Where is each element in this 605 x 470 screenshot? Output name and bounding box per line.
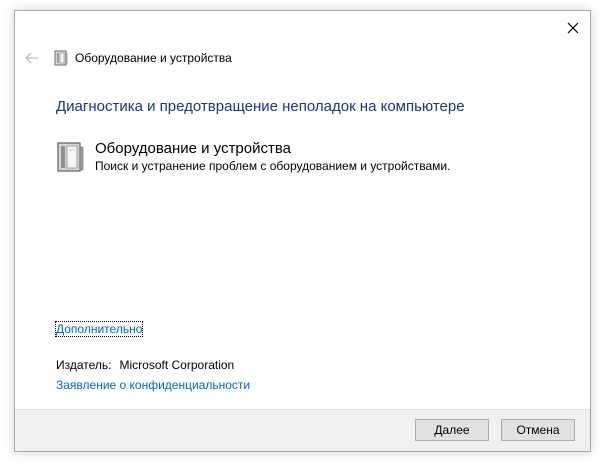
item-title: Оборудование и устройства: [95, 140, 292, 157]
dialog-footer: Далее Отмена: [15, 409, 590, 451]
advanced-link[interactable]: Дополнительно: [54, 321, 144, 337]
window-title-bar: Оборудование и устройства: [53, 49, 232, 67]
close-icon: [567, 22, 579, 34]
hardware-device-icon: [54, 50, 68, 66]
privacy-statement-link[interactable]: Заявление о конфиденциальности: [56, 378, 250, 392]
hardware-device-icon: [57, 142, 84, 172]
troubleshooter-dialog: Оборудование и устройства Диагностика и …: [14, 10, 591, 452]
cancel-button[interactable]: Отмена: [501, 419, 575, 441]
publisher-value: Microsoft Corporation: [119, 358, 235, 372]
close-button[interactable]: [564, 19, 582, 37]
back-arrow-icon: [25, 52, 38, 64]
troubleshooter-item: Оборудование и устройства Поиск и устран…: [55, 140, 450, 174]
page-heading: Диагностика и предотвращение неполадок н…: [56, 98, 465, 115]
next-button[interactable]: Далее: [415, 419, 489, 441]
back-button[interactable]: [23, 51, 41, 65]
publisher-info: Издатель: Microsoft Corporation: [56, 358, 234, 372]
item-description: Поиск и устранение проблем с оборудовани…: [95, 159, 451, 173]
publisher-label: Издатель:: [56, 358, 112, 372]
window-title: Оборудование и устройства: [75, 51, 232, 65]
